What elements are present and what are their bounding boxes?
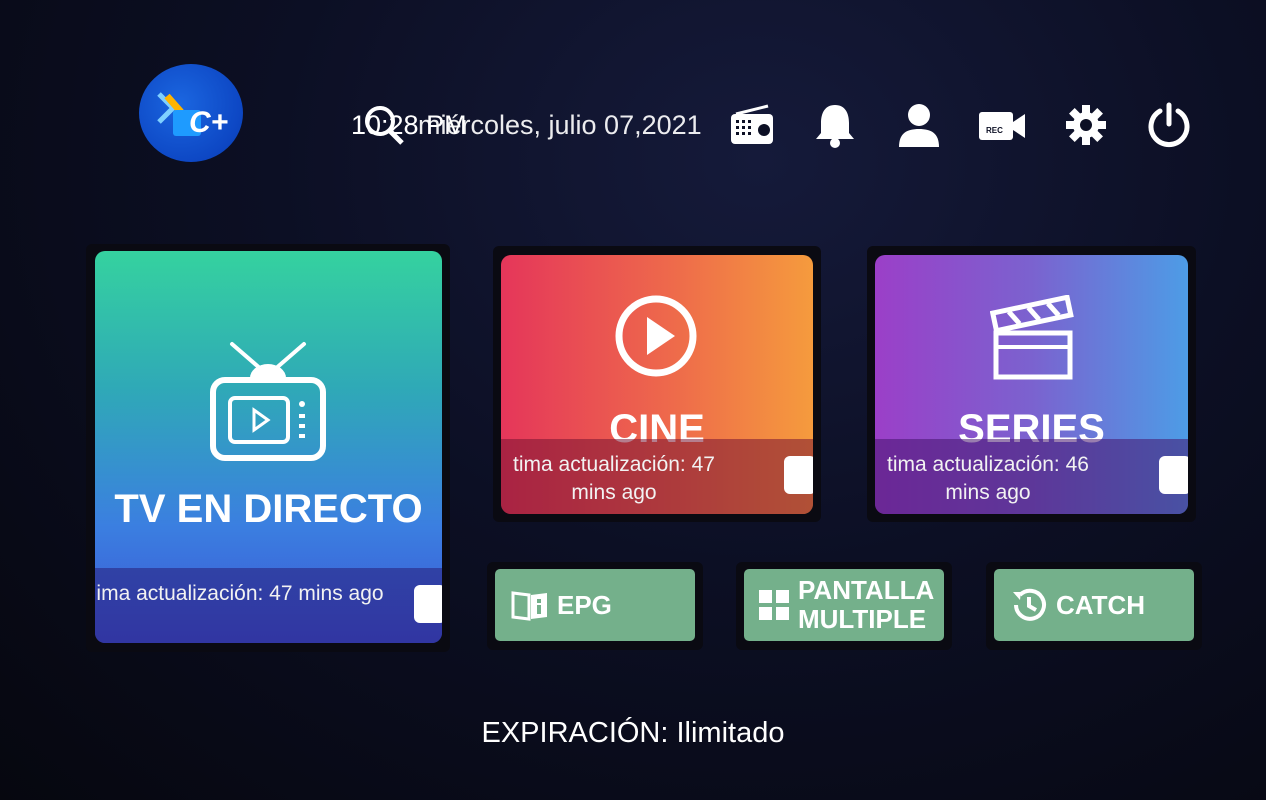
user-icon[interactable] [894,100,944,150]
app-logo: C+ [139,64,243,162]
tile-live-tv-update-bar: ima actualización: 47 mins ago [95,568,442,643]
tile-cine-update-bar: tima actualización: 47 mins ago [501,439,813,514]
tile-cine-update-text: tima actualización: 47 mins ago [513,453,715,504]
tile-live-tv-update-text: ima actualización: 47 mins ago [96,582,384,605]
logo-text: C+ [189,106,228,139]
refresh-button[interactable] [784,456,813,494]
tile-live-tv-title: TV EN DIRECTO [114,487,423,531]
tile-series-update-bar: tima actualización: 46 mins ago [875,439,1188,514]
expiration-text: EXPIRACIÓN: Ilimitado [481,717,785,749]
play-circle-icon [613,293,699,384]
refresh-button[interactable] [414,585,442,623]
bell-icon[interactable] [810,100,860,150]
catchup-button-label: CATCH [1056,589,1146,620]
epg-button[interactable]: EPG [495,569,695,641]
grid-icon [758,589,790,621]
refresh-button[interactable] [1159,456,1188,494]
search-icon[interactable] [360,101,408,154]
gear-icon[interactable] [1061,100,1111,150]
multiscreen-button[interactable]: PANTALLA MULTIPLE [744,569,944,641]
history-clock-icon [1010,586,1048,624]
multiscreen-button-label: PANTALLA MULTIPLE [798,575,935,634]
book-info-icon [511,589,549,621]
clapperboard-icon [989,294,1074,386]
catchup-button[interactable]: CATCH [994,569,1194,641]
svg-text:REC: REC [986,126,1003,135]
radio-icon[interactable] [727,100,777,150]
rec-camera-icon[interactable]: REC [977,100,1027,150]
tv-icon [210,340,326,467]
epg-button-label: EPG [557,589,612,620]
clock-date: miércoles, julio 07,2021 [418,110,702,140]
power-icon[interactable] [1144,100,1194,150]
tile-series-update-text: tima actualización: 46 mins ago [887,453,1089,504]
